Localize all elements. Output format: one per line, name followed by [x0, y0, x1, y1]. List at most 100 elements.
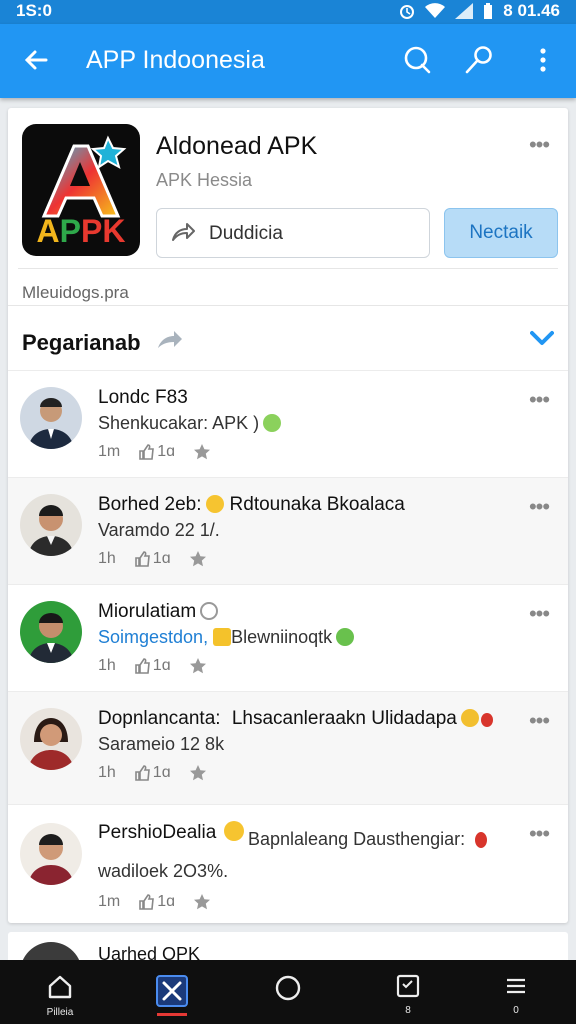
app-meta-text: Mleuidogs.pra	[22, 283, 129, 302]
home-icon	[48, 975, 72, 999]
like-icon[interactable]	[138, 894, 155, 910]
bottom-nav: Pilleia 8 0	[0, 960, 576, 1024]
sick-emoji-icon	[263, 414, 282, 432]
menu-icon	[507, 978, 525, 994]
pin-emoji-icon	[475, 832, 488, 848]
circle-icon	[275, 975, 301, 1001]
star-icon[interactable]	[189, 764, 207, 782]
apps-tool-icon	[156, 975, 188, 1007]
search-icon[interactable]	[464, 45, 494, 75]
list-item[interactable]: Londc F83 Shenkucakar: APK ) 1m 1ɑ •••	[8, 370, 568, 477]
star-icon[interactable]	[189, 657, 207, 675]
app-header: APPK Aldonead APK APK Hessia ••• Duddici…	[8, 108, 568, 268]
share-button-label: Duddicia	[209, 223, 283, 244]
share-icon[interactable]	[156, 328, 184, 352]
app-logo-icon: APPK	[22, 124, 140, 256]
post-title: Bapnlaleang Dausthengiar:	[248, 829, 466, 849]
active-indicator	[157, 1013, 187, 1016]
next-button-label: Nectaik	[469, 222, 533, 243]
svg-text:APPK: APPK	[37, 213, 126, 249]
battery-icon	[484, 3, 493, 19]
next-button[interactable]: Nectaik	[444, 208, 558, 258]
post-more-icon[interactable]: •••	[524, 823, 554, 845]
post-stats: 1m 1ɑ	[98, 893, 211, 911]
post-stats: 1h 1ɑ	[98, 764, 207, 782]
post-text: Blewniinoqtk	[231, 627, 333, 647]
like-count: 1ɑ	[157, 443, 176, 460]
status-bar: 1S:0 8 01.46	[0, 0, 576, 24]
avatar	[20, 708, 82, 770]
star-icon[interactable]	[193, 893, 211, 911]
list-item[interactable]: Dopnlancanta: Lhsacanleraakn Ulidadapa S…	[8, 691, 568, 804]
nav-inbox[interactable]: 8	[388, 974, 428, 1016]
share-button[interactable]: Duddicia	[156, 208, 430, 258]
post-text: wadiloek 2O3%.	[98, 861, 229, 881]
nav-home-label: Pilleia	[46, 1007, 74, 1018]
pin-emoji-icon	[480, 713, 493, 727]
like-icon[interactable]	[138, 444, 155, 460]
post-more-icon[interactable]: •••	[524, 496, 554, 518]
post-author: Londc F83	[98, 387, 188, 408]
post-author: Miorulatiam	[98, 601, 197, 622]
post-author: Dopnlancanta:	[98, 708, 221, 729]
smile-emoji-icon	[205, 495, 224, 513]
app-card: APPK Aldonead APK APK Hessia ••• Duddici…	[8, 108, 568, 923]
page-title: APP Indoonesia	[86, 46, 265, 74]
nav-circle[interactable]	[268, 974, 308, 1007]
post-more-icon[interactable]: •••	[524, 710, 554, 732]
post-text: Sarameio 12 8k	[98, 734, 225, 754]
like-icon[interactable]	[134, 765, 150, 781]
list-item[interactable]: PershioDealia Bapnlaleang Dausthengiar: …	[8, 804, 568, 923]
list-item[interactable]: Miorulatiam Soimgestdon, Blewniinoqtk 1h…	[8, 584, 568, 691]
post-link: Soimgestdon,	[98, 627, 209, 647]
avatar	[20, 823, 82, 885]
chat-search-icon[interactable]	[402, 45, 432, 75]
list-item[interactable]: Borhed 2eb: Rdtounaka Bkoalaca Varamdo 22…	[8, 477, 568, 584]
like-icon[interactable]	[134, 658, 150, 674]
smile-emoji-icon	[224, 821, 245, 841]
status-time: 1S:0	[16, 1, 52, 20]
back-arrow-icon[interactable]	[22, 46, 50, 74]
like-count: 1ɑ	[152, 550, 171, 567]
post-title: Lhsacanleraakn Ulidadapa	[231, 708, 457, 729]
party-emoji-icon	[213, 628, 232, 646]
nav-home[interactable]: Pilleia	[40, 974, 80, 1018]
post-time: 1m	[98, 443, 121, 460]
section-header[interactable]: Pegarianab	[8, 305, 568, 370]
post-time: 1h	[98, 550, 116, 567]
post-time: 1h	[98, 764, 116, 781]
app-meta: Mleuidogs.pra	[8, 269, 568, 305]
post-text: Varamdo 22 1/.	[98, 520, 220, 540]
post-stats: 1m 1ɑ	[98, 443, 211, 461]
post-stats: 1h 1ɑ	[98, 550, 207, 568]
app-more-icon[interactable]: •••	[524, 134, 554, 156]
post-more-icon[interactable]: •••	[524, 389, 554, 411]
sick-emoji-icon	[336, 628, 355, 646]
alarm-icon	[400, 5, 415, 19]
like-count: 1ɑ	[152, 764, 171, 781]
face-emoji-icon	[200, 602, 219, 620]
nav-inbox-label: 8	[405, 1005, 411, 1016]
star-icon[interactable]	[193, 443, 211, 461]
post-text: Shenkucakar: APK )	[98, 413, 260, 433]
star-icon[interactable]	[189, 550, 207, 568]
app-subtitle: APK Hessia	[156, 170, 253, 190]
overflow-menu-icon[interactable]	[528, 45, 558, 75]
post-more-icon[interactable]: •••	[524, 603, 554, 625]
wifi-icon	[425, 3, 446, 18]
signal-icon	[455, 3, 474, 19]
inbox-icon	[396, 974, 420, 998]
like-count: 1ɑ	[157, 893, 176, 910]
post-title: Rdtounaka Bkoalaca	[229, 494, 405, 515]
hug-emoji-icon	[460, 709, 479, 727]
nav-apps[interactable]	[152, 974, 192, 1016]
avatar	[20, 387, 82, 449]
chevron-down-icon[interactable]	[530, 330, 554, 346]
avatar	[20, 601, 82, 663]
nav-menu[interactable]: 0	[496, 974, 536, 1016]
status-clock: 8 01.46	[503, 1, 560, 20]
nav-menu-label: 0	[513, 1005, 519, 1016]
section-title: Pegarianab	[22, 330, 141, 355]
like-icon[interactable]	[134, 551, 150, 567]
post-time: 1m	[98, 893, 121, 910]
